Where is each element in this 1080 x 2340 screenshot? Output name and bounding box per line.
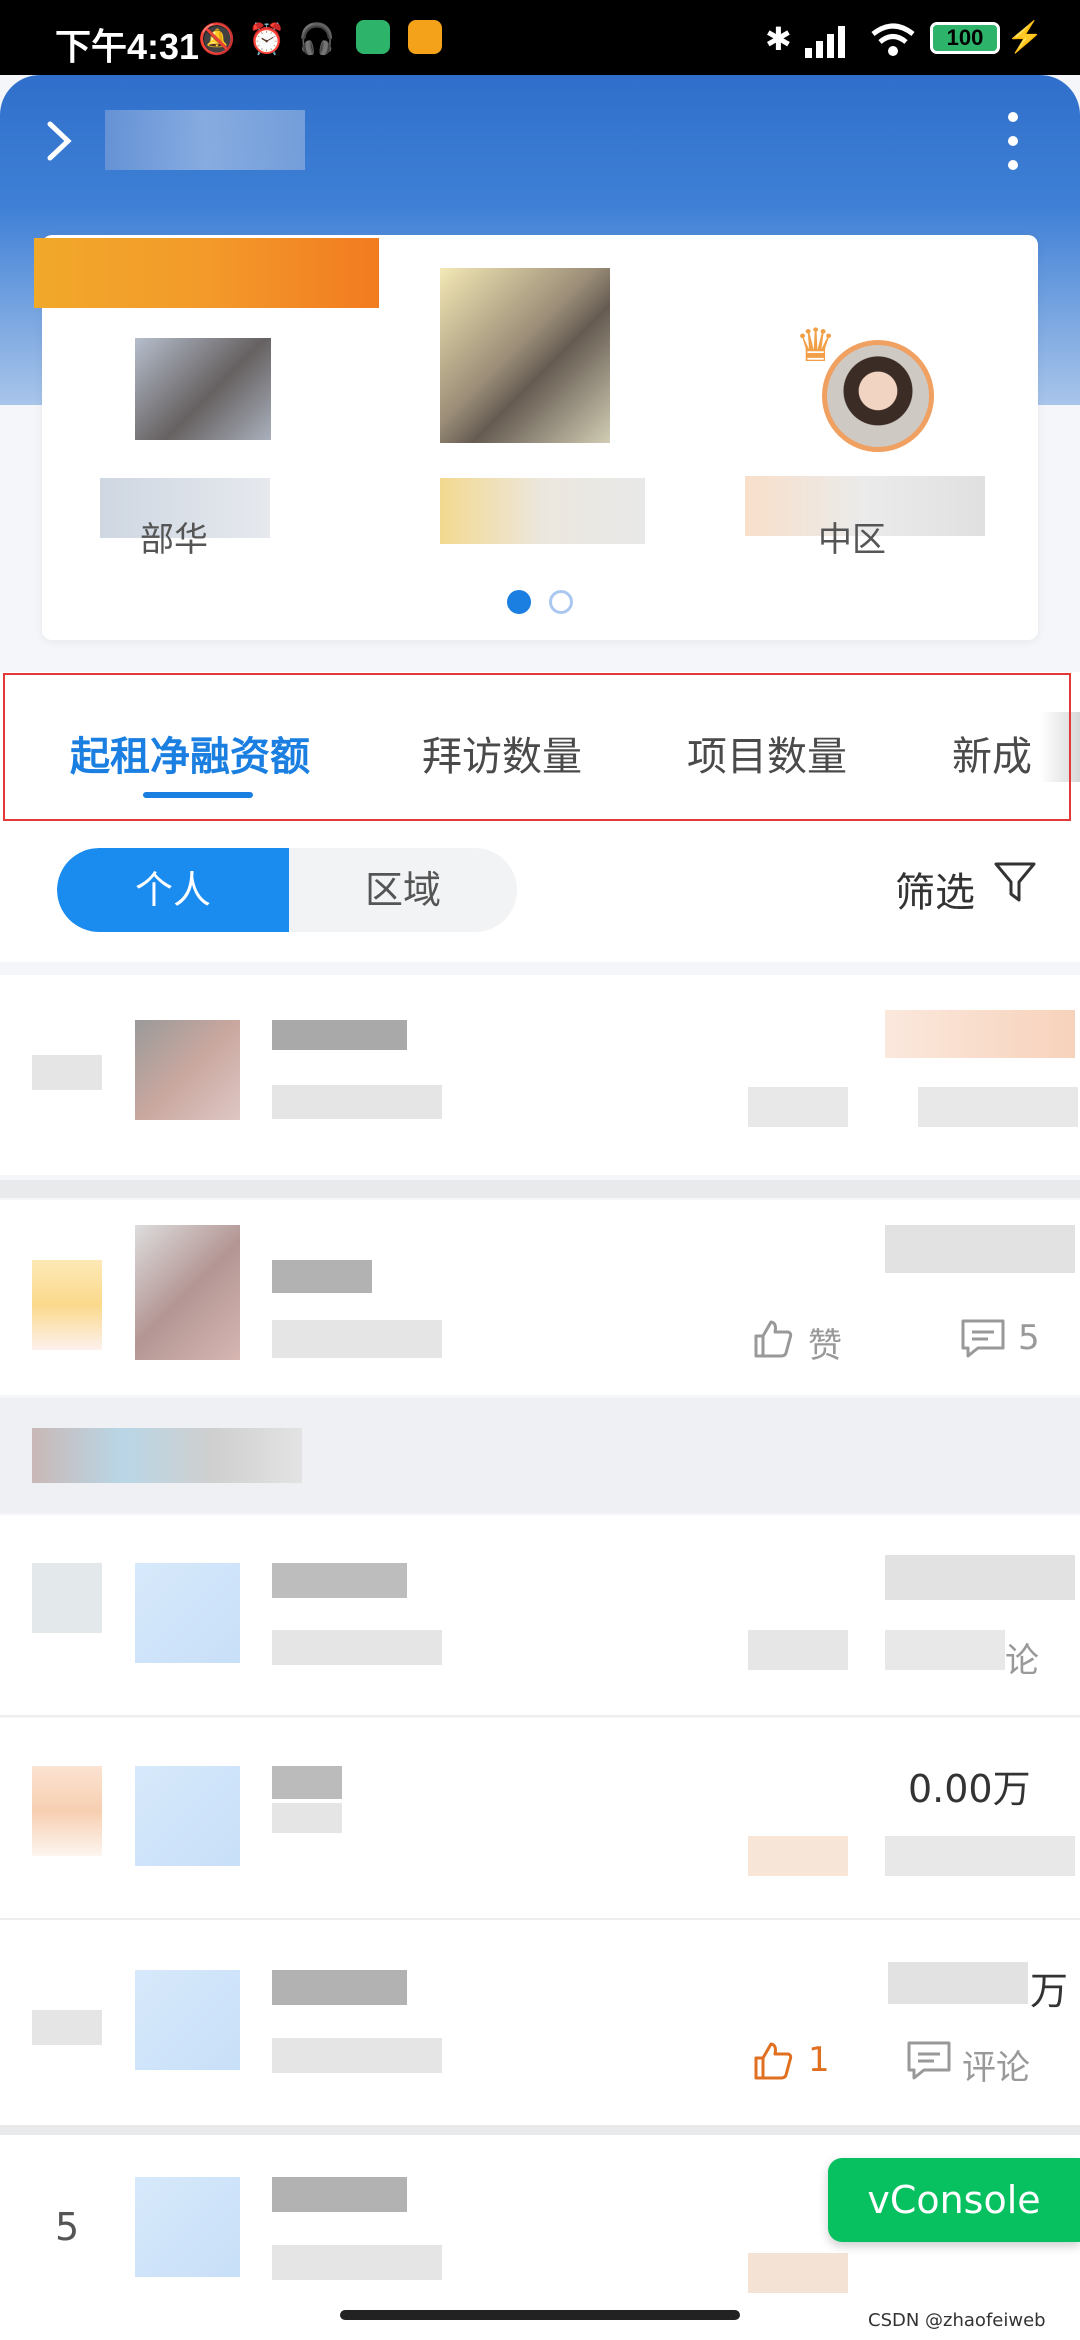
avatar (135, 338, 271, 440)
app-notify-icon-orange (408, 20, 442, 54)
list-item[interactable]: 0.00万 (0, 1718, 1080, 1918)
comment-label-partial[interactable]: 论 (1005, 1633, 1039, 1682)
crown-icon: ♛ (795, 318, 837, 372)
list-item[interactable]: 论 (0, 1515, 1080, 1715)
avatar (440, 268, 610, 443)
comment-count[interactable]: 5 (1018, 1318, 1040, 1358)
carousel-dot[interactable] (549, 590, 573, 614)
divider (0, 2125, 1080, 2135)
card-label-1: 部华 (140, 520, 208, 560)
comment-icon[interactable] (960, 1318, 1006, 1360)
app-notify-icon-green (356, 20, 390, 54)
signal-icon (805, 26, 845, 58)
battery-icon: 100 (930, 22, 1000, 54)
more-vertical-icon[interactable] (1005, 112, 1021, 172)
carousel-dot-active[interactable] (507, 590, 531, 614)
charging-icon: ⚡ (1006, 21, 1044, 54)
amount-unit: 万 (1030, 1969, 1069, 2013)
rank-number: 5 (55, 2205, 80, 2249)
mute-icon: 🔕 (198, 23, 236, 56)
thumbs-up-icon[interactable] (752, 1318, 794, 1360)
scope-toggle: 个人 区域 (57, 848, 517, 932)
name-blurred (440, 478, 645, 544)
comment-label[interactable]: 评论 (962, 2040, 1030, 2089)
highlight-box (3, 673, 1071, 821)
chevron-right-icon[interactable] (40, 118, 80, 164)
toggle-personal[interactable]: 个人 (57, 848, 289, 932)
alarm-icon: ⏰ (248, 23, 286, 56)
bluetooth-icon: ✱ (765, 21, 792, 57)
toggle-region[interactable]: 区域 (289, 848, 517, 932)
divider (0, 1715, 1080, 1717)
funnel-icon[interactable] (993, 860, 1037, 904)
list-item[interactable]: 赞 5 (0, 1200, 1080, 1395)
ranking-banner-blurred (34, 238, 379, 308)
divider (0, 1180, 1080, 1198)
status-bar: 下午4:31 🔕 ⏰ 🎧 ✱ 100 ⚡ (0, 0, 1080, 75)
filter-button[interactable]: 筛选 (895, 860, 975, 918)
home-indicator[interactable] (340, 2310, 740, 2320)
header-title-blurred (105, 110, 305, 170)
like-count[interactable]: 1 (808, 2040, 830, 2080)
avatar (822, 340, 934, 452)
headphones-icon: 🎧 (298, 23, 336, 56)
amount-value: 0.00万 (908, 1767, 1031, 1811)
status-time: 下午4:31 (55, 26, 200, 67)
section-header-blurred (0, 1398, 1080, 1513)
list-item[interactable] (0, 975, 1080, 1175)
card-label-3: 中区 (818, 520, 886, 560)
watermark: CSDN @zhaofeiweb (868, 2310, 1046, 2331)
comment-icon[interactable] (906, 2040, 952, 2082)
wifi-icon (871, 23, 915, 56)
like-label[interactable]: 赞 (808, 1318, 842, 1367)
vconsole-button[interactable]: vConsole (828, 2158, 1080, 2242)
thumbs-up-icon-active[interactable] (752, 2040, 794, 2082)
list-item[interactable]: 万 1 评论 (0, 1920, 1080, 2125)
